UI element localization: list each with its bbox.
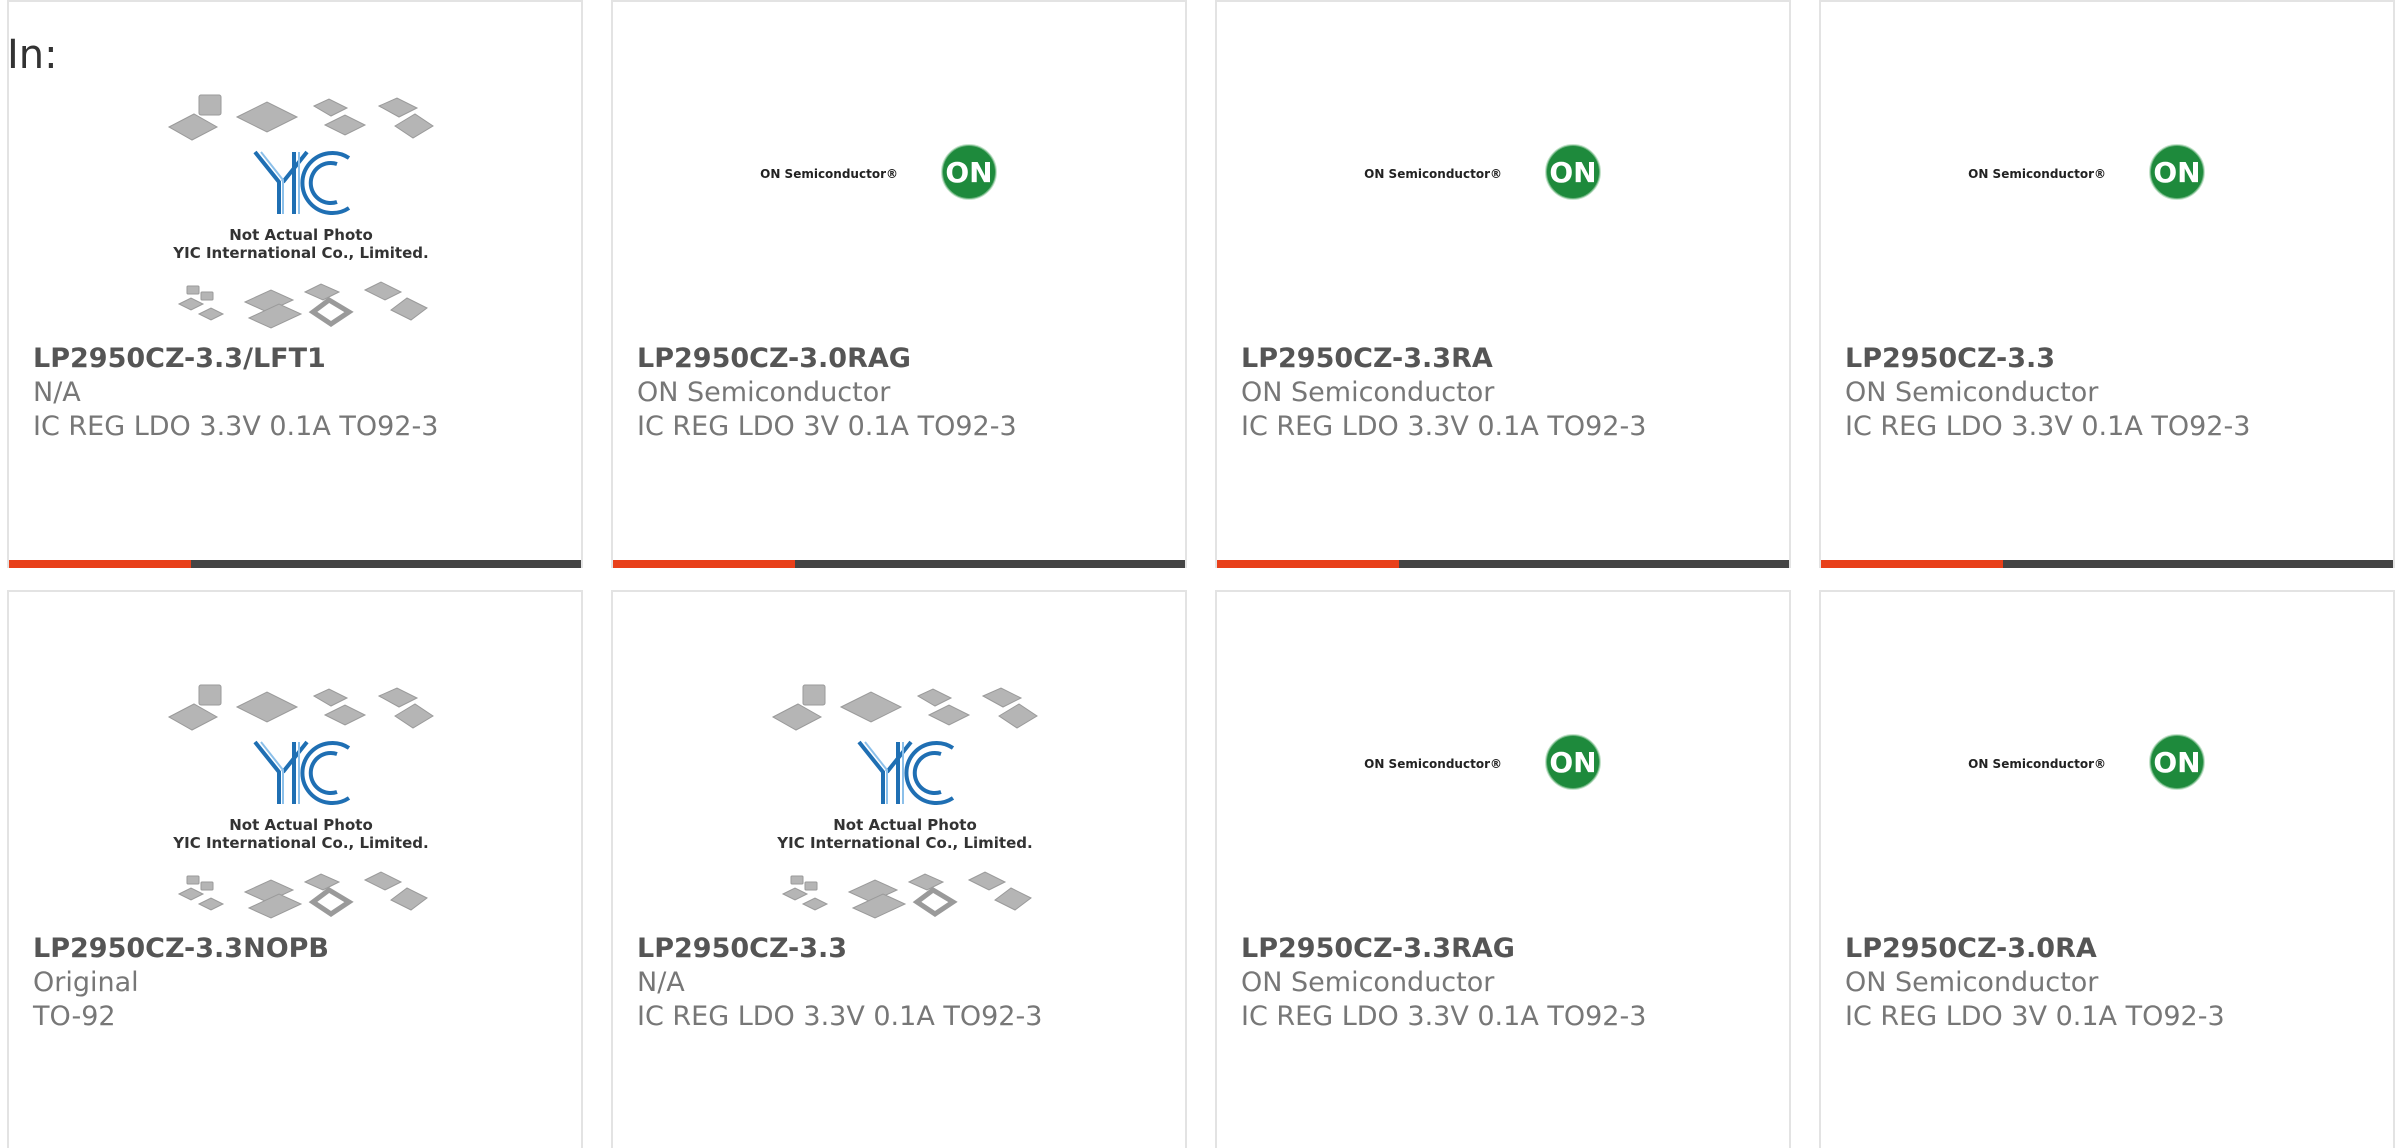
card-bar-accent [1217,560,1399,568]
product-description: IC REG LDO 3V 0.1A TO92-3 [637,411,1017,442]
card-bottom-bar [1217,560,1789,568]
product-info: LP2950CZ-3.3 ON Semiconductor IC REG LDO 3… [1845,342,2383,444]
card-bar-accent [1821,560,2003,568]
product-card[interactable]: Not Actual Photo YIC International Co., … [7,590,583,1148]
product-card[interactable]: ON Semiconductor® ON LP2950CZ-3.3 ON Semi… [1819,0,2395,568]
svg-text:ON Semiconductor®: ON Semiconductor® [1364,167,1502,181]
product-description: TO-92 [33,1001,116,1032]
part-number-link[interactable]: LP2950CZ-3.3RA [1241,342,1779,376]
product-info: LP2950CZ-3.3 N/A IC REG LDO 3.3V 0.1A TO92… [637,932,1175,1034]
part-number-link[interactable]: LP2950CZ-3.0RA [1845,932,2383,966]
product-image[interactable]: ON Semiconductor® ON [1217,2,1789,342]
product-description: IC REG LDO 3.3V 0.1A TO92-3 [33,411,439,442]
product-description: IC REG LDO 3V 0.1A TO92-3 [1845,1001,2225,1032]
on-semiconductor-logo: ON Semiconductor® ON [1364,144,1601,200]
yic-placeholder-image: Not Actual Photo YIC International Co., … [167,684,434,919]
product-card[interactable]: ON Semiconductor® ON LP2950CZ-3.0RA ON Se… [1819,590,2395,1148]
product-description: IC REG LDO 3.3V 0.1A TO92-3 [1845,411,2251,442]
product-grid-page: In: Not Actual Photo YIC International C… [0,0,2400,1148]
product-image[interactable]: ON Semiconductor® ON [1217,592,1789,932]
svg-text:ON: ON [2153,746,2200,779]
card-bar-accent [9,560,191,568]
part-number-link[interactable]: LP2950CZ-3.3 [1845,342,2383,376]
svg-text:YIC International Co., Limited: YIC International Co., Limited. [776,834,1032,852]
manufacturer-name: N/A [637,967,685,998]
product-image[interactable]: ON Semiconductor® ON [613,2,1185,342]
svg-text:Not Actual Photo: Not Actual Photo [833,816,977,834]
svg-text:YIC International Co., Limited: YIC International Co., Limited. [172,244,428,262]
svg-text:ON: ON [2153,156,2200,189]
product-card[interactable]: ON Semiconductor® ON LP2950CZ-3.3RA ON Se… [1215,0,1791,568]
product-image[interactable]: Not Actual Photo YIC International Co., … [9,592,581,932]
manufacturer-name: ON Semiconductor [1845,967,2099,998]
svg-text:ON Semiconductor®: ON Semiconductor® [760,167,898,181]
product-image[interactable]: ON Semiconductor® ON [1821,2,2393,342]
product-image[interactable]: Not Actual Photo YIC International Co., … [613,592,1185,932]
product-image[interactable]: ON Semiconductor® ON [1821,592,2393,932]
yic-placeholder-image: Not Actual Photo YIC International Co., … [167,94,434,329]
product-description: IC REG LDO 3.3V 0.1A TO92-3 [1241,411,1647,442]
svg-text:ON Semiconductor®: ON Semiconductor® [1364,757,1502,771]
manufacturer-name: ON Semiconductor [637,377,891,408]
product-image[interactable]: Not Actual Photo YIC International Co., … [9,2,581,342]
manufacturer-name: ON Semiconductor [1241,377,1495,408]
part-number-link[interactable]: LP2950CZ-3.3/LFT1 [33,342,571,376]
manufacturer-name: ON Semiconductor [1241,967,1495,998]
manufacturer-name: Original [33,967,139,998]
product-card[interactable]: Not Actual Photo YIC International Co., … [7,0,583,568]
manufacturer-name: N/A [33,377,81,408]
card-bottom-bar [1821,560,2393,568]
on-semiconductor-logo: ON Semiconductor® ON [1968,734,2205,790]
part-number-link[interactable]: LP2950CZ-3.3RAG [1241,932,1779,966]
product-info: LP2950CZ-3.3NOPB Original TO-92 [33,932,571,1034]
product-info: LP2950CZ-3.3RA ON Semiconductor IC REG LDO… [1241,342,1779,444]
svg-text:ON: ON [945,156,992,189]
card-bottom-bar [613,560,1185,568]
part-number-link[interactable]: LP2950CZ-3.0RAG [637,342,1175,376]
svg-text:ON Semiconductor®: ON Semiconductor® [1968,167,2106,181]
product-info: LP2950CZ-3.0RAG ON Semiconductor IC REG LD… [637,342,1175,444]
on-semiconductor-logo: ON Semiconductor® ON [760,144,997,200]
card-bottom-bar [9,560,581,568]
svg-text:Not Actual Photo: Not Actual Photo [229,226,373,244]
filter-label: In: [7,32,58,78]
svg-text:Not Actual Photo: Not Actual Photo [229,816,373,834]
manufacturer-name: ON Semiconductor [1845,377,2099,408]
card-bar-accent [613,560,795,568]
on-semiconductor-logo: ON Semiconductor® ON [1364,734,1601,790]
svg-text:ON Semiconductor®: ON Semiconductor® [1968,757,2106,771]
svg-text:ON: ON [1549,156,1596,189]
svg-text:ON: ON [1549,746,1596,779]
part-number-link[interactable]: LP2950CZ-3.3NOPB [33,932,571,966]
svg-text:YIC International Co., Limited: YIC International Co., Limited. [172,834,428,852]
product-info: LP2950CZ-3.0RA ON Semiconductor IC REG LDO… [1845,932,2383,1034]
yic-placeholder-image: Not Actual Photo YIC International Co., … [771,684,1038,919]
on-semiconductor-logo: ON Semiconductor® ON [1968,144,2205,200]
product-card[interactable]: Not Actual Photo YIC International Co., … [611,590,1187,1148]
product-card[interactable]: ON Semiconductor® ON LP2950CZ-3.0RAG ON S… [611,0,1187,568]
product-description: IC REG LDO 3.3V 0.1A TO92-3 [637,1001,1043,1032]
product-info: LP2950CZ-3.3RAG ON Semiconductor IC REG LD… [1241,932,1779,1034]
part-number-link[interactable]: LP2950CZ-3.3 [637,932,1175,966]
product-card[interactable]: ON Semiconductor® ON LP2950CZ-3.3RAG ON S… [1215,590,1791,1148]
product-description: IC REG LDO 3.3V 0.1A TO92-3 [1241,1001,1647,1032]
product-info: LP2950CZ-3.3/LFT1 N/A IC REG LDO 3.3V 0.1A… [33,342,571,444]
